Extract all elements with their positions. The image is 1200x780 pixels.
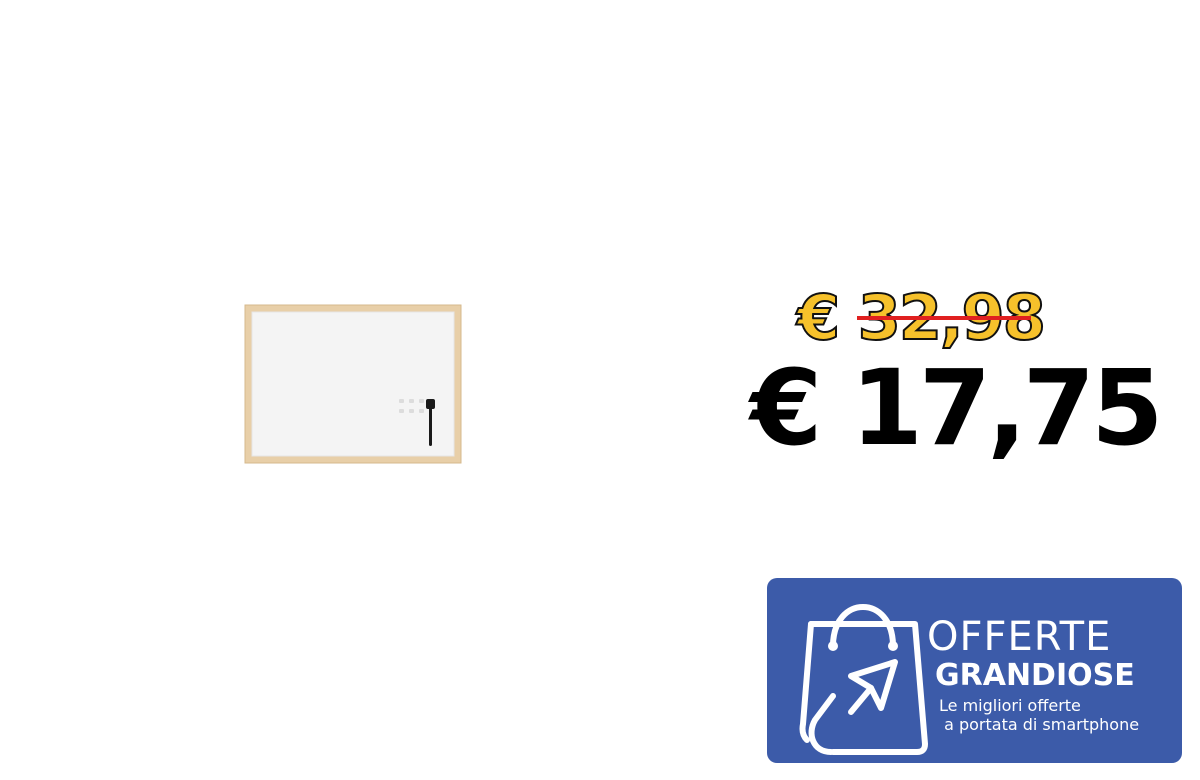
old-price: € 32,98 (796, 278, 1047, 358)
banner-title-offerte: OFFERTE (927, 614, 1112, 660)
offerte-grandiose-banner: OFFERTE GRANDIOSE Le migliori offerte a … (767, 578, 1182, 763)
banner-tagline: Le migliori offerte a portata di smartph… (939, 696, 1140, 734)
whiteboard-image (244, 304, 462, 464)
new-price: € 17,75 (750, 347, 1164, 469)
shopping-bag-cursor-icon (799, 604, 928, 755)
product-image (243, 303, 463, 465)
banner-title-grandiose: GRANDIOSE (935, 658, 1135, 693)
strikethrough-line (857, 316, 1031, 320)
